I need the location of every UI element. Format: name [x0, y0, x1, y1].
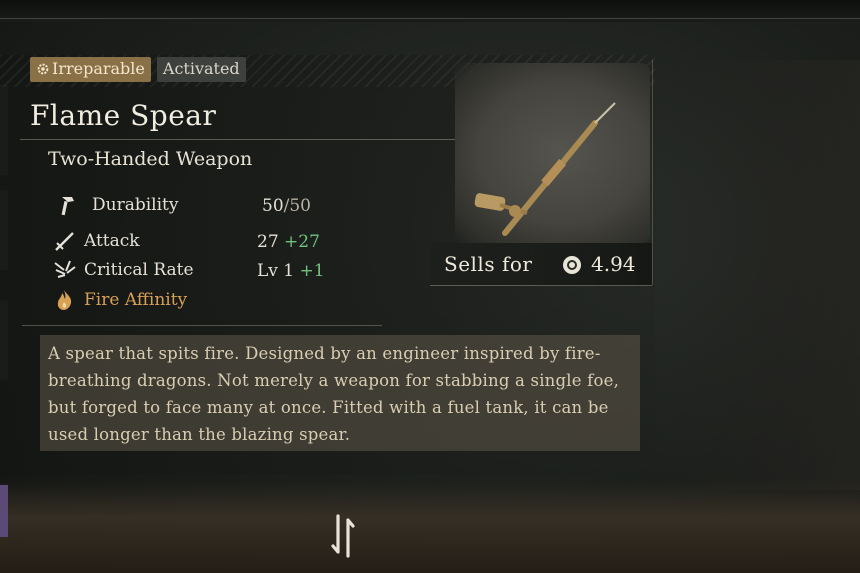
- item-image: [455, 63, 650, 243]
- critical-rate-bonus: +1: [299, 261, 325, 281]
- attack-value: 27 +27: [257, 232, 320, 252]
- critical-rate-value: Lv 1 +1: [257, 261, 325, 281]
- attack-base: 27: [257, 232, 279, 252]
- attack-bonus: +27: [284, 232, 320, 252]
- flame-spear-icon: [474, 102, 616, 236]
- stat-attack: Attack: [52, 230, 140, 252]
- critical-rate-level: Lv 1: [257, 261, 295, 281]
- stat-fire-affinity: Fire Affinity: [52, 289, 187, 311]
- crit-burst-icon: [54, 260, 76, 278]
- flame-icon: [57, 290, 72, 310]
- coin-icon: [563, 256, 581, 274]
- badge-row: Irreparable Activated: [30, 57, 246, 82]
- hammer-icon: [61, 197, 74, 216]
- top-divider: [0, 18, 860, 19]
- durability-label: Durability: [92, 195, 179, 215]
- item-description: A spear that spits fire. Designed by an …: [48, 344, 620, 444]
- image-frame: [652, 60, 653, 285]
- activated-badge: Activated: [156, 57, 246, 82]
- stat-durability: Durability: [52, 194, 178, 216]
- swap-arrows-icon[interactable]: [330, 512, 358, 560]
- durability-value: 50/50: [262, 196, 311, 216]
- irreparable-label: Irreparable: [52, 59, 145, 78]
- gear-icon: [37, 63, 49, 75]
- fire-affinity-label: Fire Affinity: [84, 290, 188, 310]
- stats-divider: [22, 325, 382, 326]
- item-type: Two-Handed Weapon: [48, 148, 253, 170]
- attack-label: Attack: [84, 231, 140, 251]
- stat-critical-rate: Critical Rate: [52, 259, 194, 281]
- sell-label: Sells for: [444, 252, 533, 276]
- durability-max: /50: [283, 196, 311, 216]
- item-name: Flame Spear: [30, 99, 217, 132]
- sell-value: 4.94: [591, 252, 636, 276]
- side-tab-active[interactable]: [0, 485, 8, 537]
- sword-icon: [55, 232, 74, 251]
- durability-current: 50: [262, 196, 284, 216]
- critical-rate-label: Critical Rate: [84, 260, 194, 280]
- irreparable-badge: Irreparable: [30, 57, 151, 82]
